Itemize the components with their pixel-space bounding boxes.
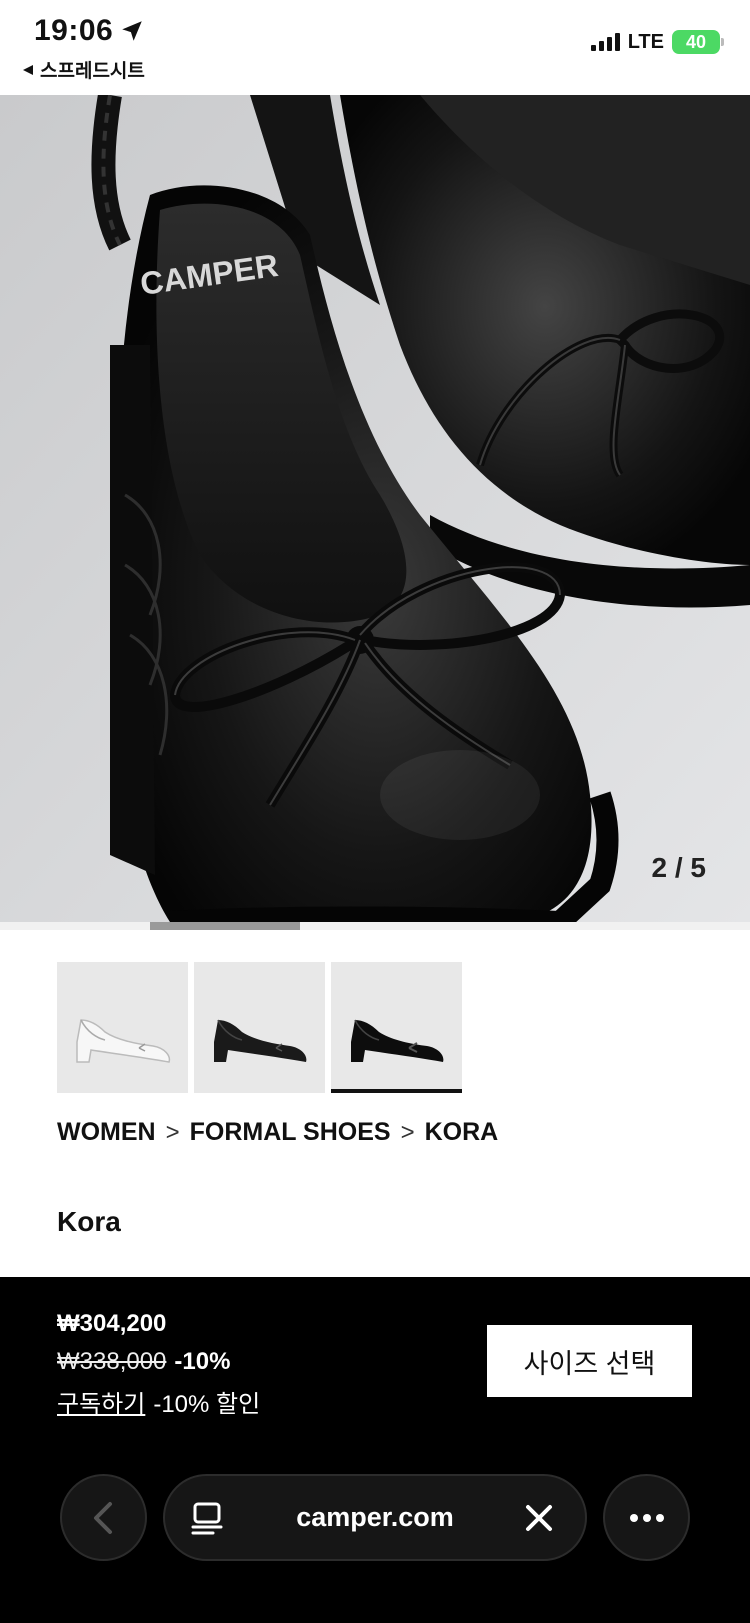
discount-percent: -10% <box>174 1348 231 1375</box>
white-shoe-image <box>76 1019 171 1063</box>
carousel-progress-fill <box>150 922 300 930</box>
more-dots-icon <box>629 1513 664 1522</box>
time-text: 19:06 <box>34 14 114 47</box>
status-indicators: LTE 40 <box>590 30 724 54</box>
breadcrumb: WOMEN > FORMAL SHOES > KORA <box>57 1118 498 1147</box>
product-image-carousel[interactable]: CAMPER 2 / 5 <box>0 95 750 922</box>
breadcrumb-kora[interactable]: KORA <box>425 1118 499 1147</box>
back-app-label: 스프레드시트 <box>40 61 145 82</box>
current-price: ₩304,200 <box>57 1310 167 1337</box>
thumbnail-strip <box>57 962 462 1093</box>
carousel-progress-bar <box>0 922 750 930</box>
battery-icon: 40 <box>672 30 724 54</box>
subscribe-discount-text: -10% 할인 <box>153 1391 261 1418</box>
chevron-right-icon: > <box>165 1118 180 1146</box>
browser-more-button[interactable] <box>603 1474 690 1561</box>
back-to-app-link[interactable]: 스프레드시트 <box>22 56 145 83</box>
address-bar[interactable]: camper.com <box>163 1474 587 1561</box>
thumbnail-black-shoe[interactable] <box>194 962 325 1093</box>
original-price: ₩338,000 <box>57 1348 167 1375</box>
location-arrow-icon <box>122 21 142 41</box>
page: 19:06 스프레드시트 LTE 40 CAMPER 2 / 5 WOMEN >… <box>0 0 750 1623</box>
black-shoe-image <box>214 1019 307 1062</box>
black-shoe-bow-image <box>351 1019 444 1062</box>
signal-icon <box>590 33 620 51</box>
product-photo: CAMPER <box>0 95 750 922</box>
thumbnail-white-shoe[interactable] <box>57 962 188 1093</box>
close-icon[interactable] <box>519 1498 559 1538</box>
battery-level: 40 <box>685 31 707 52</box>
browser-back-button[interactable] <box>60 1474 147 1561</box>
chevron-right-icon: > <box>400 1118 415 1146</box>
subscribe-link[interactable]: 구독하기 <box>57 1384 145 1419</box>
product-title: Kora <box>57 1206 121 1237</box>
purchase-panel: ₩304,200 ₩338,000 -10% 구독하기 -10% 할인 사이즈 … <box>0 1277 750 1623</box>
breadcrumb-women[interactable]: WOMEN <box>57 1118 156 1147</box>
network-label: LTE <box>627 30 664 53</box>
back-triangle-icon <box>23 64 33 75</box>
chevron-left-icon <box>93 1501 112 1534</box>
slide-counter: 2 / 5 <box>651 852 706 883</box>
breadcrumb-formal-shoes[interactable]: FORMAL SHOES <box>190 1118 391 1147</box>
status-bar: 19:06 스프레드시트 LTE 40 <box>0 0 750 95</box>
browser-toolbar: camper.com <box>0 1474 750 1561</box>
status-time: 19:06 <box>34 14 145 48</box>
original-price-row: ₩338,000 -10% <box>57 1348 230 1376</box>
thumbnail-black-shoe-bow[interactable] <box>331 962 462 1093</box>
select-size-button[interactable]: 사이즈 선택 <box>487 1325 692 1397</box>
subscribe-row: 구독하기 -10% 할인 <box>57 1384 260 1419</box>
